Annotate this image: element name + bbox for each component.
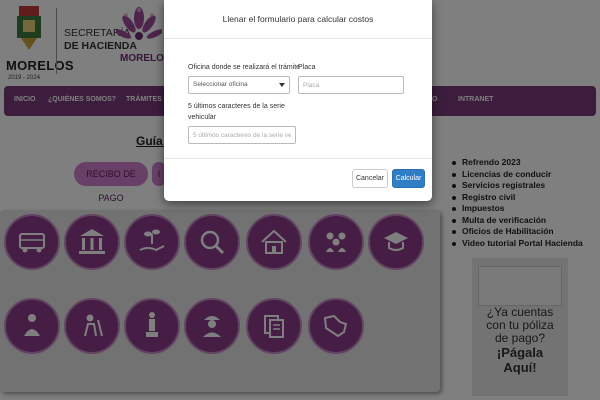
modal-header-divider: [164, 38, 432, 39]
serie-input[interactable]: [188, 126, 296, 144]
serie-label-line1: 5 últimos caracteres de la serie: [188, 103, 285, 110]
serie-label: 5 últimos caracteres de la serie vehicul…: [188, 101, 285, 123]
plate-label: Placa: [298, 64, 316, 71]
office-select-value: Seleccionar oficina: [193, 81, 248, 88]
calculate-costs-modal: Llenar el formulario para calcular costo…: [164, 0, 432, 201]
modal-footer-divider: [164, 158, 432, 159]
serie-label-line2: vehicular: [188, 114, 217, 121]
plate-input[interactable]: [298, 76, 404, 94]
calculate-button[interactable]: Calcular: [392, 169, 425, 188]
cancel-button[interactable]: Cancelar: [352, 169, 388, 188]
office-label: Oficina donde se realizará el trámite: [188, 64, 301, 71]
office-select[interactable]: Seleccionar oficina: [188, 76, 290, 94]
modal-title: Llenar el formulario para calcular costo…: [222, 14, 374, 24]
chevron-down-icon: [279, 83, 285, 87]
